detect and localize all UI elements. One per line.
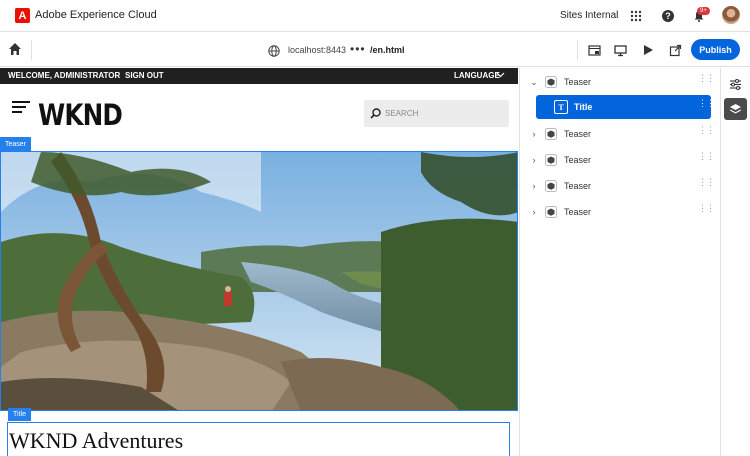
drag-handle-icon[interactable]: ⋮⋮ [698, 178, 715, 187]
divider [577, 40, 578, 60]
chevron-right-icon[interactable]: › [530, 181, 538, 191]
chevron-down-icon[interactable]: ⌄ [530, 77, 538, 88]
text-type-icon: T [554, 100, 568, 114]
tree-item-teaser[interactable]: › Teaser ⋮⋮ [520, 122, 721, 146]
chevron-right-icon[interactable]: › [530, 129, 538, 139]
welcome-text: WELCOME, ADMINISTRATOR [8, 71, 121, 80]
search-placeholder: SEARCH [385, 109, 419, 118]
menu-hamburger-icon[interactable] [12, 101, 30, 113]
site-logo[interactable]: WKND [38, 98, 123, 132]
component-cube-icon [545, 206, 557, 218]
tree-item-label: Teaser [564, 207, 592, 217]
chevron-right-icon[interactable]: › [530, 155, 538, 165]
app-switcher-icon[interactable] [628, 8, 644, 24]
tree-item-teaser[interactable]: › Teaser ⋮⋮ [520, 174, 721, 198]
sign-out-link[interactable]: SIGN OUT [125, 71, 164, 80]
component-cube-icon [545, 128, 557, 140]
drag-handle-icon[interactable]: ⋮⋮ [698, 204, 715, 213]
drag-handle-icon[interactable]: ⋮⋮ [698, 152, 715, 161]
desktop-preview-icon[interactable] [613, 43, 627, 57]
chevron-right-icon[interactable]: › [530, 207, 538, 217]
product-name[interactable]: Adobe Experience Cloud [35, 9, 157, 21]
svg-text:?: ? [665, 11, 671, 21]
page-preview: WELCOME, ADMINISTRATOR SIGN OUT LANGUAGE… [0, 68, 518, 456]
drag-handle-icon[interactable]: ⋮⋮ [698, 74, 715, 83]
tree-item-title[interactable]: T Title ⋮⋮ [536, 95, 715, 119]
page-heading[interactable]: WKND Adventures [9, 428, 183, 454]
teaser-image[interactable] [0, 151, 518, 411]
more-actions-button[interactable]: ••• [350, 42, 366, 56]
tree-item-teaser[interactable]: › Teaser ⋮⋮ [520, 200, 721, 224]
notifications-badge: 9+ [697, 7, 710, 15]
title-component-label[interactable]: Title [8, 408, 31, 421]
user-avatar[interactable] [722, 6, 740, 24]
tree-item-label: Teaser [564, 77, 592, 87]
adobe-logo-icon[interactable]: A [15, 8, 30, 23]
properties-sliders-icon[interactable] [724, 73, 747, 95]
globe-icon [268, 44, 280, 57]
divider [31, 40, 32, 60]
open-in-new-icon[interactable] [668, 43, 682, 57]
host-url[interactable]: localhost:8443 [288, 45, 346, 55]
page-path[interactable]: /en.html [370, 45, 405, 55]
drag-handle-icon[interactable]: ⋮⋮ [698, 99, 715, 108]
help-icon[interactable]: ? [660, 8, 676, 24]
site-search-input[interactable]: SEARCH [364, 100, 509, 127]
publish-button[interactable]: Publish [691, 39, 740, 60]
teaser-component-label[interactable]: Teaser [0, 137, 32, 151]
chevron-down-icon [496, 70, 505, 81]
language-menu[interactable]: LANGUAGE [454, 71, 500, 80]
site-utility-bar: WELCOME, ADMINISTRATOR SIGN OUT LANGUAGE [0, 68, 518, 84]
global-header: A Adobe Experience Cloud Sites Internal … [0, 0, 750, 32]
title-component[interactable]: WKND Adventures [7, 422, 510, 456]
aem-universal-editor: A Adobe Experience Cloud Sites Internal … [0, 0, 750, 456]
content-tree-layers-icon[interactable] [724, 98, 747, 120]
home-icon[interactable] [8, 42, 24, 58]
component-cube-icon [545, 154, 557, 166]
properties-rail-icon[interactable] [587, 43, 601, 57]
tree-item-label: Teaser [564, 129, 592, 139]
landscape-image [1, 152, 517, 410]
drag-handle-icon[interactable]: ⋮⋮ [698, 126, 715, 135]
editor-toolbar: localhost:8443 ••• /en.html Publish [0, 33, 750, 67]
tree-item-label: Title [574, 102, 593, 112]
search-icon [370, 108, 381, 119]
component-cube-icon [545, 76, 557, 88]
play-preview-icon[interactable] [641, 43, 655, 57]
tree-item-label: Teaser [564, 155, 592, 165]
tree-item-teaser[interactable]: ⌄ Teaser ⋮⋮ [520, 70, 721, 94]
org-switcher[interactable]: Sites Internal [560, 10, 618, 21]
content-tree-panel: ⌄ Teaser ⋮⋮ T Title ⋮⋮ › Teaser ⋮⋮ › Tea… [519, 68, 720, 456]
right-rail [720, 68, 750, 456]
component-cube-icon [545, 180, 557, 192]
tree-item-label: Teaser [564, 181, 592, 191]
tree-item-teaser[interactable]: › Teaser ⋮⋮ [520, 148, 721, 172]
